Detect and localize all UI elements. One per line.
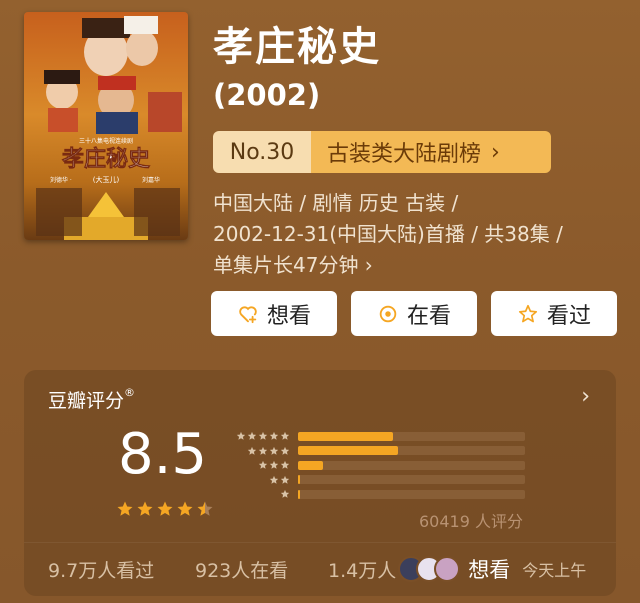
star-icon — [157, 501, 173, 516]
rating-bar-track — [298, 460, 525, 470]
star-icon — [269, 475, 279, 484]
watching-button-label: 在看 — [406, 303, 451, 329]
want-button-label: 想看 — [266, 303, 311, 329]
star-icon — [137, 501, 153, 516]
rating-card: 豆瓣评分® › 8.5 60419 人评分 9.7万人看过 923人在看 1.4… — [24, 370, 616, 596]
rating-bar-track — [298, 489, 525, 499]
rating-bar-fill — [298, 489, 301, 499]
want-count: 1.4万人 — [328, 559, 397, 582]
rating-header: 豆瓣评分® — [48, 386, 135, 413]
rating-bar-stars — [230, 489, 290, 499]
divider — [24, 542, 616, 543]
rating-count[interactable]: 60419 人评分 — [419, 508, 523, 532]
poster-top-caption: 三十八集电视连续剧 — [79, 137, 133, 145]
star-icon — [247, 446, 257, 455]
meta-line-genre: 中国大陆 / 剧情 历史 古装 / — [213, 191, 459, 215]
poster-art: 三十八集电视连续剧 孝庄秘史 刘德华 · (大玉儿) 刘嘉华 — [24, 12, 188, 240]
release-year: (2002) — [213, 78, 321, 112]
rating-bar-stars — [230, 460, 290, 470]
poster-subtitle: (大玉儿) — [93, 175, 120, 184]
rating-bar-fill — [298, 460, 323, 470]
rating-bar-stars — [230, 446, 290, 456]
rating-bar-track — [298, 475, 525, 485]
action-buttons: 想看 在看 看过 — [211, 291, 617, 336]
rating-bar-track — [298, 431, 525, 441]
poster-credit-right: 刘嘉华 — [142, 176, 160, 184]
star-icon — [117, 501, 133, 516]
heart-plus-icon — [239, 305, 257, 323]
movie-meta[interactable]: 中国大陆 / 剧情 历史 古装 / 2002-12-31(中国大陆)首播 / 共… — [213, 188, 623, 281]
poster-credit-left: 刘德华 · — [50, 176, 72, 184]
want-label: 想看 — [468, 558, 511, 582]
rating-bar-fill — [298, 431, 394, 441]
star-icon — [269, 432, 279, 440]
rating-distribution — [230, 429, 525, 502]
watched-button[interactable]: 看过 — [491, 291, 617, 336]
poster-image[interactable]: 三十八集电视连续剧 孝庄秘史 刘德华 · (大玉儿) 刘嘉华 — [24, 12, 188, 240]
rank-badge[interactable]: No.30 古装类大陆剧榜 › — [213, 131, 551, 173]
star-icon — [280, 490, 290, 498]
rank-list-name: 古装类大陆剧榜 › — [311, 131, 551, 173]
watched-button-label: 看过 — [546, 303, 591, 329]
star-icon — [258, 432, 268, 440]
rating-bar-row — [230, 458, 525, 473]
avatar — [434, 556, 461, 582]
rating-bar-fill — [298, 446, 398, 456]
chevron-right-icon[interactable]: › — [581, 384, 590, 409]
star-icon — [197, 501, 213, 516]
star-icon — [177, 501, 193, 516]
circle-dot-icon — [379, 305, 397, 322]
star-icon — [269, 446, 279, 455]
rank-list-label: 古装类大陆剧榜 — [327, 142, 482, 167]
rating-bar-stars — [230, 475, 290, 485]
rank-number: No.30 — [213, 131, 311, 173]
seen-count[interactable]: 9.7万人看过 — [48, 556, 195, 583]
star-outline-icon — [518, 304, 538, 322]
meta-line-duration: 单集片长47分钟 › — [213, 253, 373, 277]
star-icon — [258, 461, 268, 469]
rating-score: 8.5 — [118, 422, 208, 487]
want-stat[interactable]: 1.4万人 想看 今天上午 — [328, 554, 586, 584]
poster-title: 孝庄秘史 — [61, 146, 151, 172]
rating-bar-row — [230, 473, 525, 488]
star-icon — [280, 446, 290, 455]
rating-bar-track — [298, 446, 525, 456]
rating-stars — [116, 500, 214, 518]
rating-bar-row — [230, 444, 525, 459]
rating-header-label: 豆瓣评分 — [48, 390, 125, 412]
rating-bar-row — [230, 429, 525, 444]
star-icon — [280, 475, 290, 484]
rating-bar-stars — [230, 431, 290, 441]
meta-line-release: 2002-12-31(中国大陆)首播 / 共38集 / — [213, 222, 563, 246]
watching-count[interactable]: 923人在看 — [195, 556, 328, 583]
star-icon — [247, 432, 257, 440]
chevron-right-icon: › — [491, 139, 500, 165]
activity-time: 今天上午 — [522, 561, 587, 580]
star-icon — [258, 446, 268, 455]
star-icon — [280, 432, 290, 440]
rating-bar-row — [230, 487, 525, 502]
registered-mark: ® — [124, 386, 136, 399]
stats-footer: 9.7万人看过 923人在看 1.4万人 想看 今天上午 — [48, 554, 586, 584]
watching-button[interactable]: 在看 — [351, 291, 477, 336]
star-icon — [236, 432, 246, 440]
friend-avatars — [398, 556, 461, 582]
rating-bar-fill — [298, 475, 301, 485]
want-button[interactable]: 想看 — [211, 291, 337, 336]
star-icon — [269, 461, 279, 469]
page-title: 孝庄秘史 — [213, 24, 381, 70]
star-icon — [280, 461, 290, 469]
